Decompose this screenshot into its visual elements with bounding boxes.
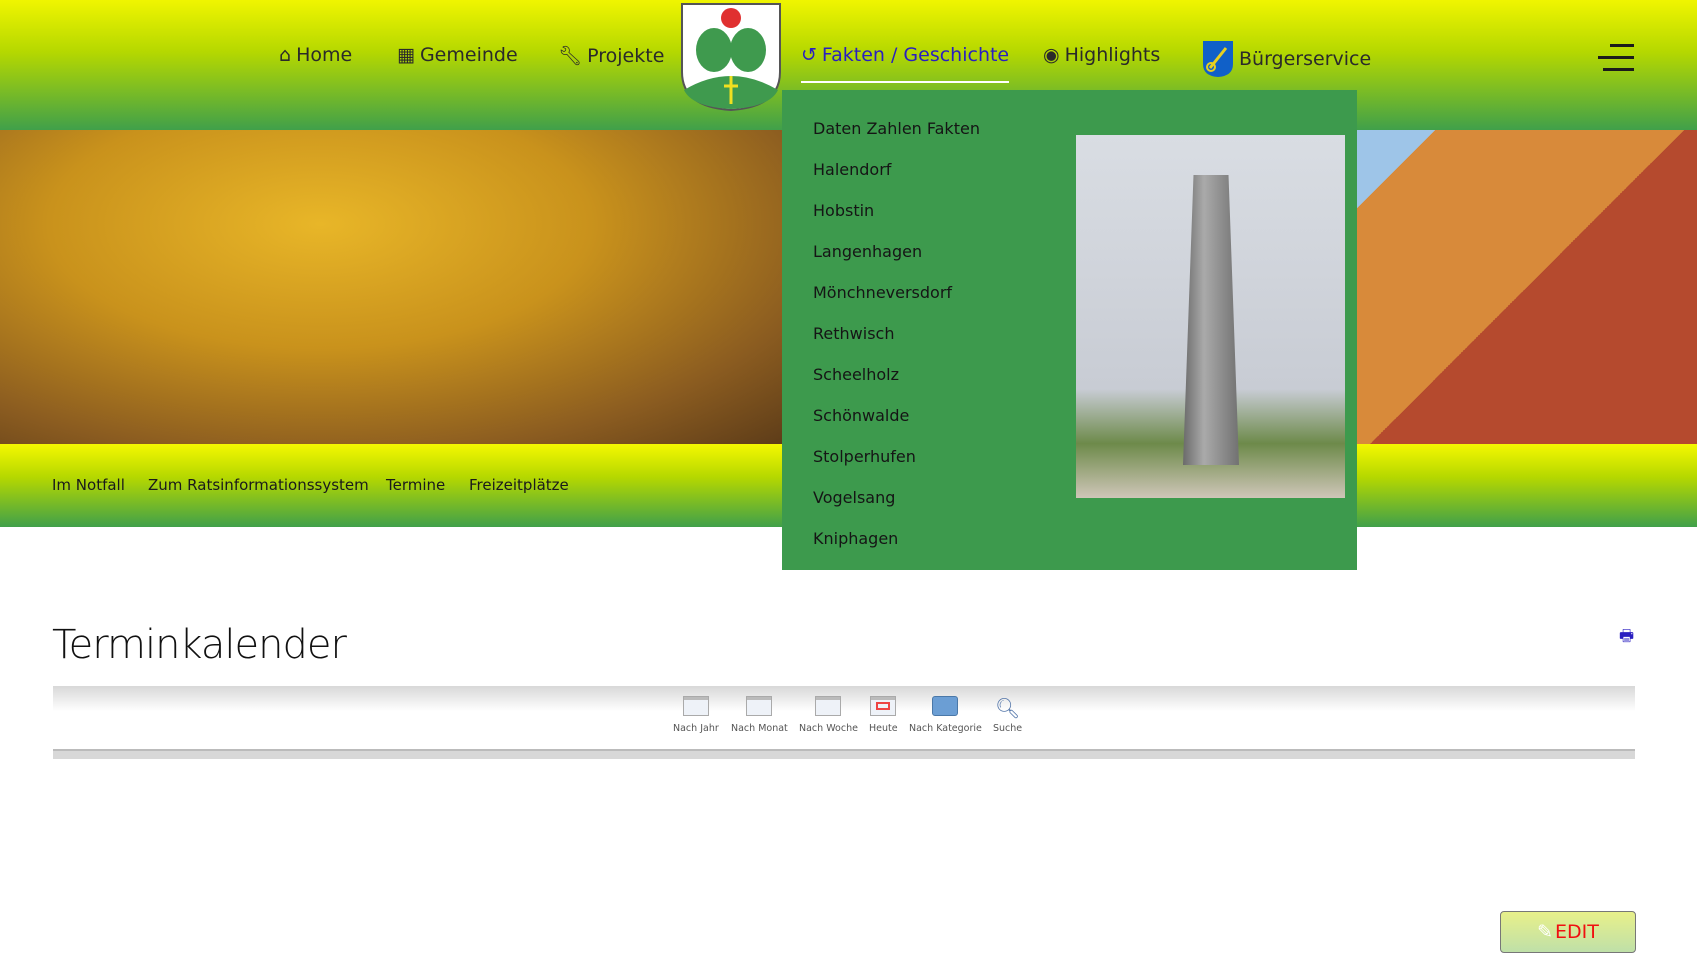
month-calendar-icon [746,696,773,716]
toolbar-heute[interactable]: Heute [869,696,898,734]
toolbar-nach-monat[interactable]: Nach Monat [731,696,788,734]
dropdown-item[interactable]: Vogelsang [813,488,895,507]
edit-button[interactable]: ✎ EDIT [1500,911,1636,953]
subnav-ratsinformationssystem[interactable]: Zum Ratsinformationssystem [148,476,369,494]
search-icon: 🔍︎ [994,696,1021,720]
subnav-im-notfall[interactable]: Im Notfall [52,476,125,494]
wrench-icon: 🔧︎ [558,45,583,67]
dropdown-item[interactable]: Kniphagen [813,529,898,548]
today-calendar-icon [870,696,897,716]
home-icon: ⌂ [279,44,292,66]
dropdown-item[interactable]: Halendorf [813,160,891,179]
nav-highlights[interactable]: ◉ Highlights [1043,44,1160,66]
nav-buergerservice[interactable]: Bürgerservice [1202,40,1371,78]
building-icon: ▦ [397,44,415,66]
dropdown-item[interactable]: Schönwalde [813,406,909,425]
calendar-toolbar: Nach Jahr Nach Monat Nach Woche Heute Na… [53,686,1635,751]
dropdown-item[interactable]: Scheelholz [813,365,899,384]
toolbar-bottom [53,751,1635,759]
dropdown-item[interactable]: Mönchneversdorf [813,283,952,302]
toolbar-nach-jahr[interactable]: Nach Jahr [673,696,719,734]
nav-fakten-geschichte[interactable]: ↺ Fakten / Geschichte [801,44,1010,83]
key-shield-icon [1203,41,1233,77]
subnav-freizeitplaetze[interactable]: Freizeitplätze [469,476,569,494]
print-icon[interactable]: 🖶︎ [1619,625,1635,645]
nav-home[interactable]: ⌂ Home [279,44,352,66]
dropdown-item[interactable]: Daten Zahlen Fakten [813,119,980,138]
week-calendar-icon [815,696,842,716]
toolbar-nach-kategorie[interactable]: Nach Kategorie [909,696,982,734]
tower-watercolor-image [1076,135,1345,498]
coat-of-arms-logo[interactable] [680,2,782,112]
hamburger-menu-button[interactable] [1598,44,1634,72]
dropdown-item[interactable]: Rethwisch [813,324,894,343]
toolbar-nach-woche[interactable]: Nach Woche [799,696,858,734]
subnav-termine[interactable]: Termine [386,476,445,494]
dropdown-item[interactable]: Stolperhufen [813,447,916,466]
dropdown-item[interactable]: Hobstin [813,201,874,220]
tower-drawing [1183,175,1239,465]
page-title: Terminkalender [52,622,347,668]
nav-gemeinde[interactable]: ▦ Gemeinde [397,44,518,66]
edit-icon: ✎ [1537,921,1554,943]
folder-icon [932,696,959,716]
toolbar-suche[interactable]: 🔍︎ Suche [993,696,1022,734]
year-calendar-icon [682,696,709,716]
fakten-dropdown-menu: Daten Zahlen Fakten Halendorf Hobstin La… [782,90,1357,570]
nav-projekte[interactable]: 🔧︎ Projekte [558,44,664,68]
autumn-tree-photo [0,130,800,444]
dropdown-item[interactable]: Langenhagen [813,242,922,261]
eye-icon: ◉ [1043,44,1060,66]
brick-house-photo [1357,130,1697,444]
history-icon: ↺ [801,44,817,66]
